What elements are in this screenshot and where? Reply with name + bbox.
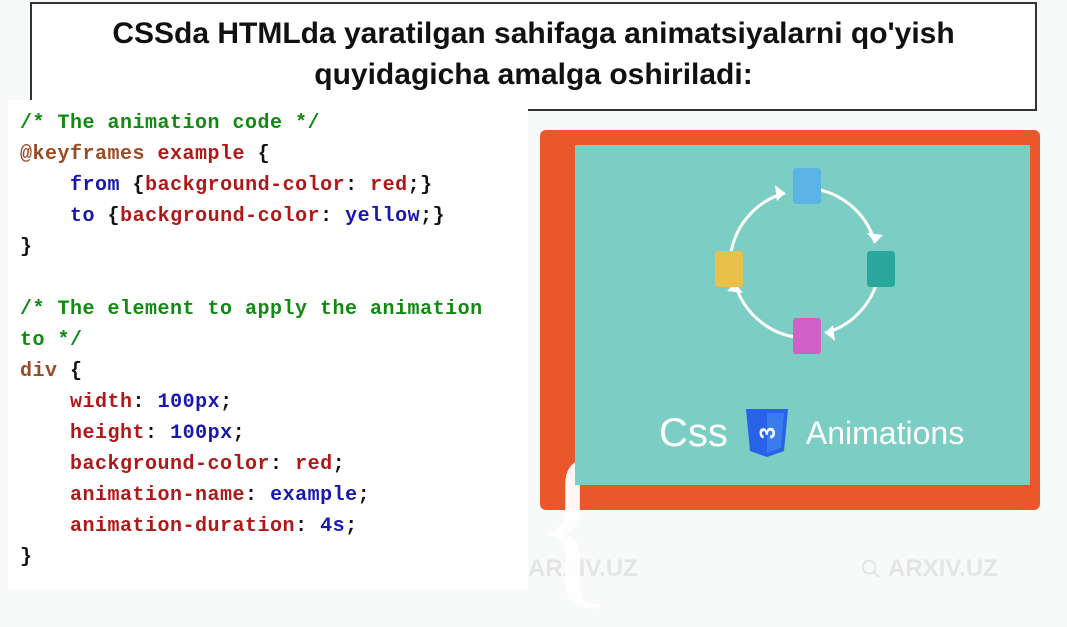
code-property: animation-name — [70, 484, 245, 507]
code-atrule: @keyframes — [20, 143, 145, 166]
code-property: background-color — [120, 205, 320, 228]
code-value: 4s — [320, 515, 345, 538]
watermark: ARXIV.UZ — [860, 555, 998, 583]
css-label: Css — [659, 411, 728, 456]
code-to-keyword: to — [70, 205, 95, 228]
code-value: 100px — [170, 422, 233, 445]
css-animations-graphic: Css 3 Animations — [575, 145, 1030, 485]
code-selector: div — [20, 360, 58, 383]
code-value: example — [270, 484, 358, 507]
svg-text:3: 3 — [755, 427, 780, 439]
code-value: red — [370, 174, 408, 197]
code-from-keyword: from — [70, 174, 120, 197]
code-property: width — [70, 391, 133, 414]
code-value: red — [295, 453, 333, 476]
code-example: /* The animation code */ @keyframes exam… — [8, 100, 528, 590]
slide-title-box: CSSda HTMLda yaratilgan sahifaga animats… — [30, 2, 1037, 111]
cycle-diagram-icon — [705, 163, 905, 363]
code-keyframes-name: example — [158, 143, 246, 166]
code-comment: to */ — [20, 329, 83, 352]
code-property: animation-duration — [70, 515, 295, 538]
css3-shield-icon: 3 — [744, 407, 790, 459]
code-property: background-color — [145, 174, 345, 197]
code-property: height — [70, 422, 145, 445]
code-value: yellow — [345, 205, 420, 228]
animations-label: Animations — [806, 415, 964, 452]
code-value: 100px — [158, 391, 221, 414]
slide-title: CSSda HTMLda yaratilgan sahifaga animats… — [52, 14, 1015, 95]
code-comment: /* The animation code */ — [20, 112, 320, 135]
code-property: background-color — [70, 453, 270, 476]
code-comment: /* The element to apply the animation — [20, 298, 483, 321]
